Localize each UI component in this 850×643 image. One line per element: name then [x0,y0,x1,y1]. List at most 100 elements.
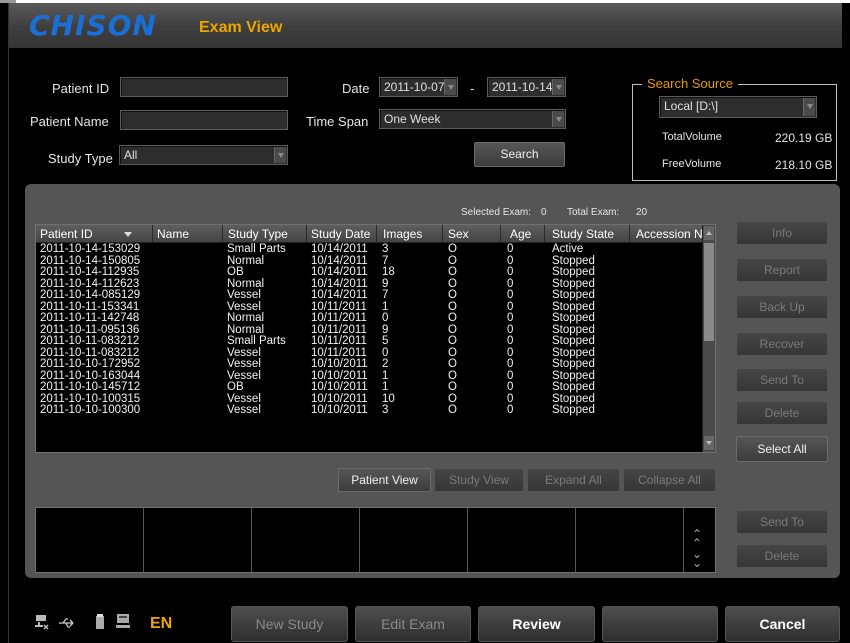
table-cell: 10/14/2011 [311,289,368,301]
send-to-button[interactable]: Send To [736,368,828,392]
col-patient-id[interactable]: Patient ID [40,227,93,241]
table-row[interactable]: 2011-10-10-172952 Vessel 10/10/2011 2 O 0 Stop… [36,358,702,371]
table-cell: Small Parts [227,243,286,255]
table-row[interactable]: 2011-10-10-145712 OB 10/10/2011 1 O 0 Stopped [36,381,702,394]
table-cell: O [448,289,457,301]
recover-button[interactable]: Recover [736,332,828,356]
expand-all-button[interactable]: Expand All [527,468,620,492]
network-icon [35,614,49,630]
table-cell: 0 [507,404,514,416]
select-all-button[interactable]: Select All [736,436,828,462]
col-name[interactable]: Name [157,227,189,241]
selected-exam-count: 0 [541,207,547,218]
collapse-all-button[interactable]: Collapse All [623,468,716,492]
table-cell: 10/10/2011 [311,358,368,370]
table-cell: Active [552,243,584,255]
table-cell: 2 [382,358,389,370]
thumb-delete-button[interactable]: Delete [736,544,828,568]
page-down-icon[interactable]: ⌄ ⌄ [692,548,702,569]
thumb-send-to-button[interactable]: Send To [736,510,828,534]
col-age[interactable]: Age [510,227,531,241]
table-cell: 10/11/2011 [311,335,367,347]
back-up-button[interactable]: Back Up [736,295,828,319]
table-cell: 0 [507,243,514,255]
table-cell: 2011-10-14-153029 [40,243,141,255]
thumbnail-slot[interactable] [144,508,252,572]
table-cell: 10/11/2011 [311,312,367,324]
selected-exam-label: Selected Exam: [461,207,532,218]
table-row[interactable]: 2011-10-14-112935 OB 10/14/2011 18 O 0 Stopped [36,266,702,279]
page-up-icon[interactable]: ⌃ ⌃ [692,528,702,549]
thumbnail-slot[interactable] [36,508,144,572]
storage-icon [95,614,105,633]
table-cell: Small Parts [227,335,286,347]
total-exam-count: 20 [636,207,648,218]
total-volume-label: TotalVolume [662,131,722,143]
study-view-button[interactable]: Study View [434,468,524,492]
table-cell: 2011-10-14-112935 [40,266,140,278]
table-cell: 0 [507,381,514,393]
col-study-date[interactable]: Study Date [311,227,370,241]
table-cell: O [448,335,457,347]
table-cell: 0 [382,312,389,324]
patient-id-label: Patient ID [52,81,110,96]
date-to-select[interactable]: 2011-10-14 [487,77,566,97]
table-row[interactable]: 2011-10-14-153029 Small Parts 10/14/2011 3 O… [36,243,702,256]
patient-id-input[interactable] [120,77,288,97]
study-type-label: Study Type [48,151,113,166]
info-button[interactable]: Info [736,221,828,245]
table-cell: OB [227,266,244,278]
thumbnail-slot[interactable] [576,508,684,572]
scroll-down-icon[interactable] [704,436,714,450]
time-span-select[interactable]: One Week [379,109,566,129]
blank-button[interactable] [602,606,718,642]
time-span-value: One Week [384,112,441,126]
cancel-button[interactable]: Cancel [725,606,840,642]
language-indicator[interactable]: EN [150,615,172,633]
table-cell: 5 [382,335,389,347]
review-button[interactable]: Review [478,606,595,642]
col-study-state[interactable]: Study State [552,227,614,241]
scroll-up-icon[interactable] [704,226,714,240]
table-cell: 2011-10-11-083212 [40,335,140,347]
table-scrollbar[interactable] [702,225,715,452]
thumbnail-slot[interactable] [252,508,360,572]
table-cell: 0 [507,312,514,324]
delete-button[interactable]: Delete [736,401,828,425]
col-sex[interactable]: Sex [448,227,469,241]
table-cell: O [448,243,457,255]
table-row[interactable]: 2011-10-10-100300 Vessel 10/10/2011 3 O 0 Stop… [36,404,702,417]
date-from-select[interactable]: 2011-10-07 [379,77,458,97]
thumbnail-slot[interactable] [360,508,468,572]
source-drive-select[interactable]: Local [D:\] [659,96,817,118]
table-row[interactable]: 2011-10-11-083212 Small Parts 10/11/2011 5 O… [36,335,702,348]
table-cell: 7 [382,289,389,301]
col-study-type[interactable]: Study Type [228,227,288,241]
table-row[interactable]: 2011-10-11-142748 Normal 10/11/2011 0 O 0 Stop… [36,312,702,325]
col-accession[interactable]: Accession N [636,227,703,241]
table-row[interactable]: 2011-10-14-085129 Vessel 10/14/2011 7 O 0 Stop… [36,289,702,302]
total-volume-value: 220.19 GB [775,131,833,145]
patient-name-input[interactable] [120,110,288,130]
thumbnail-strip: ⌃ ⌃ ⌄ ⌄ [35,507,716,573]
table-cell: Stopped [552,358,595,370]
table-cell: O [448,266,457,278]
col-images[interactable]: Images [383,227,422,241]
study-type-select[interactable]: All [119,145,288,165]
new-study-button[interactable]: New Study [231,606,348,642]
chevron-down-icon [552,111,564,127]
chevron-down-icon [552,79,564,95]
edit-exam-button[interactable]: Edit Exam [355,606,471,642]
thumbnail-slot[interactable] [468,508,576,572]
table-cell: Vessel [227,358,261,370]
search-button[interactable]: Search [474,142,565,167]
table-cell: 18 [382,266,395,278]
scroll-thumb[interactable] [704,243,714,341]
table-cell: 10/14/2011 [311,243,368,255]
report-button[interactable]: Report [736,258,828,282]
patient-view-button[interactable]: Patient View [338,468,431,492]
table-cell: OB [227,381,244,393]
table-cell: 2011-10-10-145712 [40,381,141,393]
table-cell: 0 [507,358,514,370]
table-cell: Stopped [552,381,595,393]
